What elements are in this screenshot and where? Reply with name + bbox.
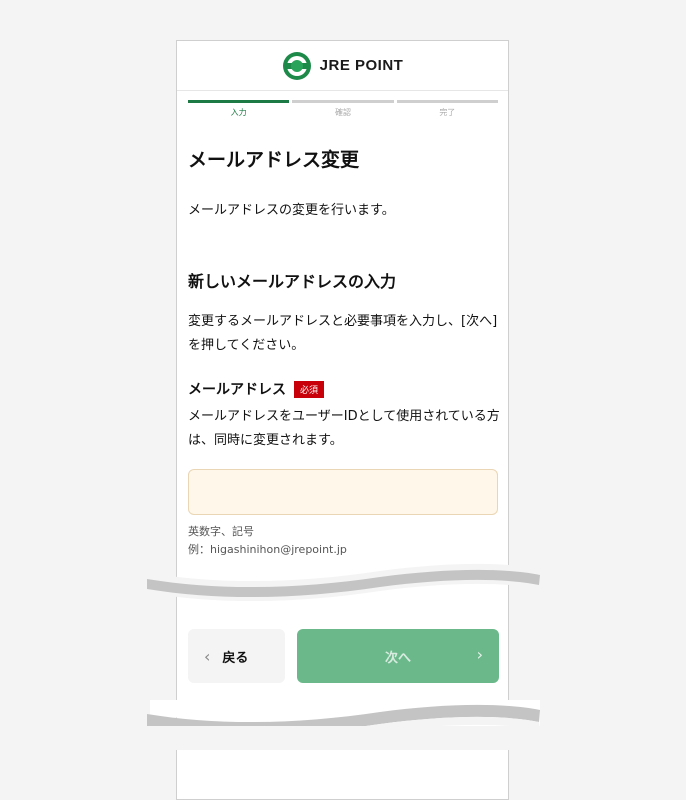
step-input: 入力 (188, 100, 290, 118)
next-button[interactable]: 次へ › (297, 629, 499, 683)
step-label: 入力 (230, 108, 247, 117)
page-intro: メールアドレスの変更を行います。 (188, 203, 395, 218)
email-input[interactable] (188, 469, 498, 515)
next-button-label: 次へ (384, 650, 411, 666)
phone-screen: JRE POINT 入力 確認 完了 メールアドレス変更 メールアドレスの変更を… (176, 40, 509, 800)
step-label: 完了 (439, 108, 456, 117)
jre-point-logo-icon (282, 51, 311, 80)
brand-name: JRE POINT (319, 57, 404, 74)
chevron-left-icon: ‹ (204, 646, 211, 666)
step-label: 確認 (334, 108, 351, 117)
back-button[interactable]: ‹ 戻る (188, 629, 285, 683)
progress-steps: 入力 確認 完了 (188, 100, 498, 118)
chevron-right-icon: › (476, 645, 483, 664)
step-bar (188, 100, 290, 103)
section-description: 変更するメールアドレスと必要事項を入力し、[次へ]を押してください。 (188, 314, 498, 353)
hint-example: 例：higashinihon@jrepoint.jp (188, 543, 347, 556)
step-bar (396, 100, 498, 103)
hint-chars: 英数字、記号 (188, 525, 254, 538)
back-button-label: 戻る (222, 650, 249, 666)
page-title: メールアドレス変更 (188, 149, 360, 171)
app-header: JRE POINT (177, 41, 508, 91)
step-confirm: 確認 (292, 100, 394, 118)
step-bar (292, 100, 394, 103)
step-complete: 完了 (396, 100, 498, 118)
email-field-label: メールアドレス (188, 382, 286, 398)
email-hint: 英数字、記号 例：higashinihon@jrepoint.jp (188, 523, 347, 559)
section-title: 新しいメールアドレスの入力 (188, 272, 397, 291)
required-badge: 必須 (294, 380, 325, 398)
email-field-label-row: メールアドレス 必須 (188, 379, 325, 399)
email-field-note: メールアドレスをユーザーIDとして使用されている方は、同時に変更されます。 (188, 409, 500, 448)
